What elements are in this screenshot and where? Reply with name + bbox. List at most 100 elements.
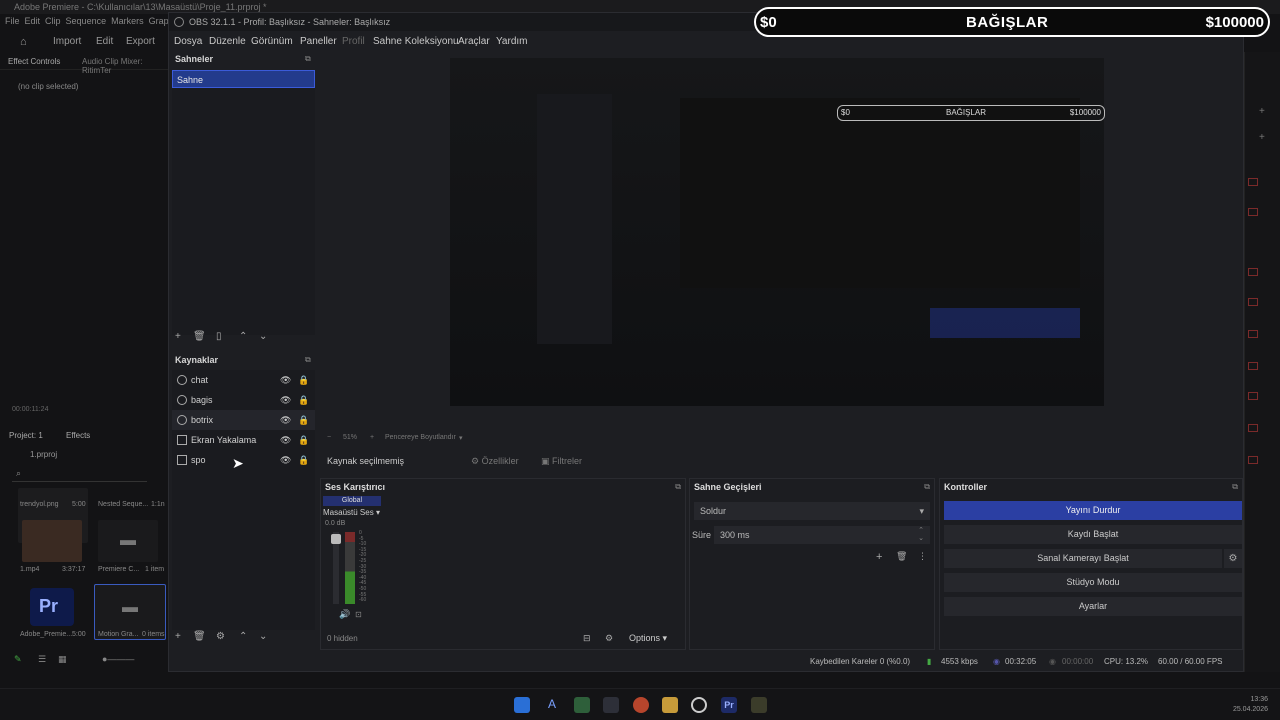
- eye-icon[interactable]: 👁: [280, 390, 291, 410]
- properties-button[interactable]: ⚙ Özellikler: [471, 456, 519, 467]
- volume-slider[interactable]: [331, 532, 341, 604]
- menu-profil[interactable]: Profil: [342, 36, 365, 47]
- app-icon[interactable]: A: [544, 697, 560, 713]
- lock-icon[interactable]: 🔒: [298, 370, 309, 390]
- studio-mode-button[interactable]: Stüdyo Modu: [944, 573, 1242, 592]
- chevron-down-icon[interactable]: ▾: [459, 434, 463, 442]
- trash-icon[interactable]: 🗑: [193, 331, 206, 342]
- speaker-icon[interactable]: 🔊: [339, 609, 350, 620]
- menu-sahne-koleksiyonu[interactable]: Sahne Koleksiyonu: [373, 36, 459, 47]
- gear-icon[interactable]: ⚙: [216, 631, 225, 642]
- down-icon[interactable]: ⌄: [259, 331, 267, 342]
- filter-icon[interactable]: ▯: [216, 331, 222, 342]
- spinner-icon[interactable]: ⌃ ⌄: [918, 527, 924, 543]
- up-icon[interactable]: ⌃: [239, 331, 247, 342]
- zoom-in-icon[interactable]: +: [370, 434, 374, 441]
- explorer-icon[interactable]: [662, 697, 678, 713]
- scene-item[interactable]: Sahne: [172, 70, 315, 88]
- zoom-fit-button[interactable]: Pencereye Boyutlandır: [385, 434, 456, 441]
- lock-icon[interactable]: 🔒: [298, 390, 309, 410]
- app-icon[interactable]: [603, 697, 619, 713]
- brave-icon[interactable]: [633, 697, 649, 713]
- lock-icon[interactable]: 🔒: [298, 410, 309, 430]
- up-icon[interactable]: ⌃: [239, 631, 247, 642]
- premiere-icon[interactable]: Pr: [721, 697, 737, 713]
- icon-view-icon[interactable]: ▦: [58, 654, 67, 665]
- tab-project[interactable]: Project: 1: [9, 431, 43, 440]
- layout-icon[interactable]: ⊟: [583, 633, 591, 644]
- list-view-icon[interactable]: ☰: [38, 654, 46, 665]
- float-icon[interactable]: ⧉: [924, 479, 930, 495]
- filters-button[interactable]: ▣ Filtreler: [541, 456, 582, 467]
- menu-dosya[interactable]: Dosya: [174, 36, 202, 47]
- add-icon[interactable]: +: [175, 631, 181, 642]
- menu-clip[interactable]: Clip: [45, 16, 61, 26]
- start-recording-button[interactable]: Kaydı Başlat: [944, 525, 1242, 544]
- menu-markers[interactable]: Markers: [111, 16, 144, 26]
- lock-icon[interactable]: 🔒: [298, 430, 309, 450]
- global-tab[interactable]: Global: [323, 496, 381, 506]
- float-icon[interactable]: ⧉: [1232, 479, 1238, 495]
- duration-spinbox[interactable]: 300 ms ⌃ ⌄: [714, 526, 930, 544]
- more-icon[interactable]: ⋮: [918, 551, 927, 562]
- preview-canvas[interactable]: $0 BAĞIŞLAR $100000: [450, 58, 1105, 406]
- source-item[interactable]: bagis 👁 🔒: [172, 390, 315, 410]
- premiere-logo[interactable]: Pr: [30, 588, 74, 626]
- start-icon[interactable]: [514, 697, 530, 713]
- clock[interactable]: 13:36 25.04.2026: [1233, 695, 1268, 715]
- menu-araclar[interactable]: Araçlar: [458, 36, 490, 47]
- tab-effect-controls[interactable]: Effect Controls: [8, 57, 60, 66]
- virtual-camera-settings-button[interactable]: ⚙: [1224, 549, 1242, 568]
- add-icon[interactable]: +: [175, 331, 181, 342]
- nav-edit[interactable]: Edit: [96, 36, 113, 47]
- menu-yardim[interactable]: Yardım: [496, 36, 528, 47]
- plus-icon[interactable]: +: [1259, 132, 1265, 143]
- thumb-video[interactable]: [22, 520, 82, 562]
- pencil-icon[interactable]: ✎: [14, 654, 22, 665]
- menu-sequence[interactable]: Sequence: [66, 16, 107, 26]
- menu-edit[interactable]: Edit: [25, 16, 41, 26]
- mixer-settings-icon[interactable]: ⊡: [355, 610, 362, 619]
- settings-button[interactable]: Ayarlar: [944, 597, 1242, 616]
- app-icon[interactable]: [751, 697, 767, 713]
- menu-gorunum[interactable]: Görünüm: [251, 36, 293, 47]
- plus-icon[interactable]: +: [1259, 106, 1265, 117]
- obs-icon[interactable]: [691, 697, 707, 713]
- float-icon[interactable]: ⧉: [675, 479, 681, 495]
- home-icon[interactable]: ⌂: [20, 36, 27, 48]
- source-item[interactable]: botrix 👁 🔒: [172, 410, 315, 430]
- eye-icon[interactable]: 👁: [280, 430, 291, 450]
- mixer-config-icon[interactable]: ⚙: [605, 633, 613, 644]
- app-icon[interactable]: [574, 697, 590, 713]
- nav-import[interactable]: Import: [53, 36, 81, 47]
- down-icon[interactable]: ⌄: [259, 631, 267, 642]
- tab-effects[interactable]: Effects: [66, 431, 90, 440]
- mixer-options-button[interactable]: Options ▾: [629, 633, 667, 644]
- float-icon[interactable]: ⧉: [305, 355, 311, 365]
- menu-graphics[interactable]: Grap: [149, 16, 169, 26]
- menu-file[interactable]: File: [5, 16, 20, 26]
- source-item[interactable]: Ekran Yakalama 👁 🔒: [172, 430, 315, 450]
- source-item[interactable]: chat 👁 🔒: [172, 370, 315, 390]
- add-icon[interactable]: +: [876, 551, 882, 563]
- float-icon[interactable]: ⧉: [305, 54, 311, 64]
- project-search[interactable]: ⌕: [12, 468, 147, 482]
- lock-icon[interactable]: 🔒: [298, 450, 309, 470]
- nav-export[interactable]: Export: [126, 36, 155, 47]
- stop-stream-button[interactable]: Yayını Durdur: [944, 501, 1242, 520]
- transition-select[interactable]: Soldur ▾: [694, 502, 930, 520]
- eye-icon[interactable]: 👁: [280, 450, 291, 470]
- trash-icon[interactable]: 🗑: [896, 551, 907, 562]
- eye-icon[interactable]: 👁: [280, 410, 291, 430]
- virtual-camera-button[interactable]: Sanal Kamerayı Başlat: [944, 549, 1222, 568]
- menu-paneller[interactable]: Paneller: [300, 36, 337, 47]
- zoom-out-icon[interactable]: −: [327, 434, 331, 441]
- mixer-channel[interactable]: Masaüstü Ses ▾: [323, 508, 380, 517]
- thumb-folder[interactable]: ▬: [98, 520, 158, 562]
- slider-handle[interactable]: [331, 534, 341, 544]
- tab-audio-mixer[interactable]: Audio Clip Mixer: RitimTer: [82, 57, 170, 75]
- zoom-slider[interactable]: ●———: [102, 654, 134, 664]
- trash-icon[interactable]: 🗑: [193, 631, 206, 642]
- eye-icon[interactable]: 👁: [280, 370, 291, 390]
- menu-duzenle[interactable]: Düzenle: [209, 36, 246, 47]
